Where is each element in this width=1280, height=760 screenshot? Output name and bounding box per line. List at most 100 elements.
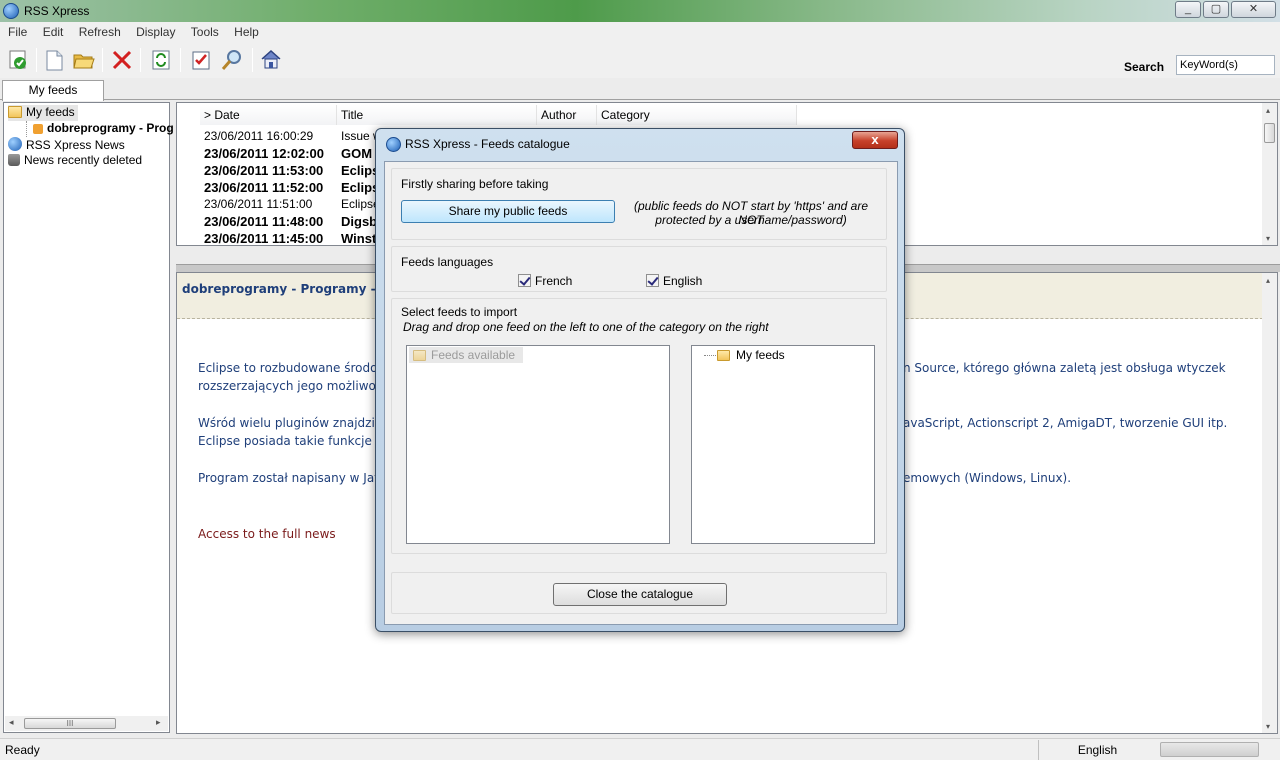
french-checkbox[interactable]: French bbox=[518, 274, 572, 288]
scroll-up-icon[interactable]: ▴ bbox=[1266, 276, 1270, 285]
toolbar: Search bbox=[0, 42, 1280, 78]
menu-tools[interactable]: Tools bbox=[187, 22, 223, 39]
refresh-icon bbox=[152, 50, 170, 70]
scroll-left-icon[interactable]: ◂ bbox=[9, 717, 14, 728]
preview-paragraph: Wśród wielu pluginów znajdzie bbox=[198, 416, 383, 430]
dialog-body: Firstly sharing before taking Share my p… bbox=[384, 161, 898, 625]
preview-paragraph: Eclipse posiada takie funkcje j bbox=[198, 434, 379, 448]
home-button[interactable] bbox=[257, 46, 285, 74]
new-feed-button[interactable] bbox=[40, 46, 68, 74]
french-checkbox-label: French bbox=[535, 274, 573, 288]
news-date: 23/06/2011 11:51:00 bbox=[204, 197, 313, 211]
refresh-button[interactable] bbox=[147, 46, 175, 74]
preview-paragraph-right: emowych (Windows, Linux). bbox=[903, 471, 1072, 485]
preview-scrollbar[interactable]: ▴ ▾ bbox=[1262, 273, 1277, 733]
feeds-available-root[interactable]: Feeds available bbox=[409, 347, 523, 363]
menu-help[interactable]: Help bbox=[230, 22, 263, 39]
tree-horizontal-scrollbar[interactable]: ◂ III ▸ bbox=[5, 716, 168, 731]
mark-read-button[interactable] bbox=[4, 46, 32, 74]
languages-group: Feeds languages French English bbox=[391, 246, 887, 292]
column-category[interactable]: Category bbox=[597, 105, 797, 125]
preview-paragraph: Program został napisany w Jav bbox=[198, 471, 382, 485]
english-checkbox[interactable]: English bbox=[646, 274, 702, 288]
open-folder-icon bbox=[73, 54, 95, 69]
sharing-group: Firstly sharing before taking Share my p… bbox=[391, 168, 887, 240]
tasks-button[interactable] bbox=[187, 46, 215, 74]
import-group-title: Select feeds to import bbox=[401, 305, 518, 319]
dialog-close-button[interactable]: x bbox=[852, 131, 898, 149]
scroll-up-icon[interactable]: ▴ bbox=[1266, 106, 1270, 115]
find-button[interactable] bbox=[218, 46, 246, 74]
checkbox-checked-icon bbox=[646, 274, 659, 287]
news-date: 23/06/2011 11:53:00 bbox=[204, 163, 324, 178]
scroll-down-icon[interactable]: ▾ bbox=[1266, 234, 1270, 243]
tab-my-feeds[interactable]: My feeds bbox=[2, 80, 104, 101]
sharing-group-title: Firstly sharing before taking bbox=[401, 177, 549, 191]
sharing-note-line-2: protected by a username/password) bbox=[655, 213, 847, 227]
dialog-title: RSS Xpress - Feeds catalogue bbox=[405, 137, 570, 151]
search-input[interactable] bbox=[1176, 55, 1275, 75]
minimize-button[interactable]: _ bbox=[1175, 1, 1201, 18]
status-text: Ready bbox=[5, 743, 40, 757]
english-checkbox-label: English bbox=[663, 274, 703, 288]
tree-item-label: dobreprogramy - Prog bbox=[47, 121, 174, 135]
preview-paragraph-right: avaScript, Actionscript 2, AmigaDT, twor… bbox=[903, 416, 1228, 430]
full-news-link[interactable]: Access to the full news bbox=[198, 527, 336, 541]
menu-display[interactable]: Display bbox=[132, 22, 179, 39]
home-icon bbox=[261, 49, 281, 69]
tree-item-recently-deleted[interactable]: News recently deleted bbox=[8, 153, 142, 169]
feed-icon bbox=[33, 124, 43, 134]
news-list-scrollbar[interactable]: ▴ ▾ bbox=[1262, 103, 1277, 245]
folder-icon bbox=[413, 350, 426, 361]
checkbox-checked-icon bbox=[518, 274, 531, 287]
feeds-available-tree[interactable]: Feeds available bbox=[406, 345, 670, 544]
languages-group-title: Feeds languages bbox=[401, 255, 494, 269]
mark-read-icon bbox=[9, 50, 26, 69]
feeds-tree: My feeds dobreprogramy - Prog RSS Xpress… bbox=[3, 102, 174, 733]
column-title[interactable]: Title bbox=[337, 105, 537, 125]
menu-edit[interactable]: Edit bbox=[39, 22, 68, 39]
news-title: Eclips bbox=[341, 180, 380, 195]
search-label: Search bbox=[1124, 60, 1165, 74]
close-catalogue-button[interactable]: Close the catalogue bbox=[553, 583, 727, 606]
tree-item-rss-xpress-news[interactable]: RSS Xpress News bbox=[8, 137, 125, 153]
news-title: Winst bbox=[341, 231, 377, 246]
tree-scroll-thumb[interactable]: III bbox=[24, 718, 116, 729]
maximize-button[interactable]: ▢ bbox=[1203, 1, 1229, 18]
import-hint: Drag and drop one feed on the left to on… bbox=[403, 320, 769, 334]
close-group: Close the catalogue bbox=[391, 572, 887, 614]
delete-icon bbox=[112, 50, 132, 70]
window-title: RSS Xpress bbox=[24, 4, 90, 18]
scroll-right-icon[interactable]: ▸ bbox=[156, 717, 161, 728]
menu-refresh[interactable]: Refresh bbox=[75, 22, 125, 39]
folder-icon bbox=[717, 350, 730, 361]
news-title: GOM bbox=[341, 146, 373, 161]
delete-button[interactable] bbox=[108, 46, 136, 74]
news-date: 23/06/2011 11:48:00 bbox=[204, 214, 324, 229]
status-progress-bar bbox=[1160, 742, 1259, 757]
status-bar: Ready English bbox=[0, 738, 1280, 760]
app-icon bbox=[3, 3, 19, 19]
open-folder-button[interactable] bbox=[70, 46, 98, 74]
rss-xpress-icon bbox=[8, 137, 22, 151]
feeds-catalogue-dialog: RSS Xpress - Feeds catalogue x Firstly s… bbox=[375, 128, 905, 632]
column-date[interactable]: > Date bbox=[200, 105, 337, 125]
column-author[interactable]: Author bbox=[537, 105, 597, 125]
news-title: Eclipse bbox=[341, 197, 380, 211]
title-bar: RSS Xpress _ ▢ ✕ bbox=[0, 0, 1280, 22]
tree-item-dobreprogramy[interactable]: dobreprogramy - Prog bbox=[26, 121, 174, 137]
tree-item-label: My feeds bbox=[26, 105, 75, 119]
app-icon bbox=[386, 137, 401, 152]
my-feeds-tree[interactable]: My feeds bbox=[691, 345, 875, 544]
tree-item-label: RSS Xpress News bbox=[26, 138, 125, 152]
my-feeds-root[interactable]: My feeds bbox=[736, 348, 785, 362]
scroll-down-icon[interactable]: ▾ bbox=[1266, 722, 1270, 731]
status-language: English bbox=[1038, 740, 1156, 760]
tree-item-my-feeds[interactable]: My feeds bbox=[8, 105, 78, 121]
share-public-feeds-button[interactable]: Share my public feeds bbox=[401, 200, 615, 223]
news-date: 23/06/2011 16:00:29 bbox=[204, 129, 314, 143]
window-close-button[interactable]: ✕ bbox=[1231, 1, 1276, 18]
news-date: 23/06/2011 11:52:00 bbox=[204, 180, 324, 195]
news-scroll-thumb[interactable] bbox=[1264, 123, 1275, 143]
menu-file[interactable]: File bbox=[4, 22, 31, 39]
